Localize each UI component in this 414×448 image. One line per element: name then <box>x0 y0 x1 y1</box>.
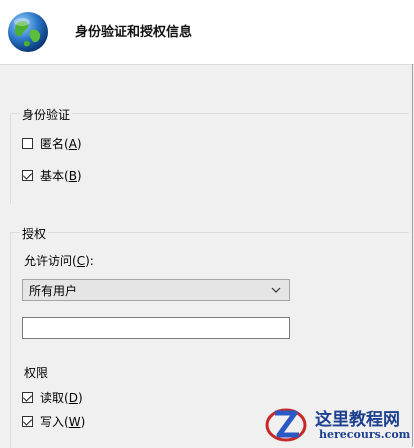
basic-label: 基本(B) <box>40 169 82 183</box>
allow-access-dropdown[interactable]: 所有用户 <box>22 279 290 301</box>
read-label: 读取(D) <box>40 391 83 405</box>
users-textbox[interactable] <box>22 317 290 339</box>
watermark-url: herecours.com <box>319 428 411 441</box>
authentication-group-title: 身份验证 <box>20 106 73 123</box>
chevron-down-icon <box>271 287 281 293</box>
read-checkbox-row[interactable]: 读取(D) <box>22 389 83 406</box>
permissions-title: 权限 <box>24 366 49 380</box>
anonymous-checkbox[interactable] <box>22 138 33 149</box>
dialog-header: 身份验证和授权信息 <box>0 0 414 65</box>
write-label: 写入(W) <box>40 415 86 429</box>
read-checkbox[interactable] <box>22 392 33 403</box>
watermark-brand: 这里教程网 <box>315 410 400 430</box>
basic-checkbox[interactable] <box>22 170 33 181</box>
anonymous-checkbox-row[interactable]: 匿名(A) <box>22 135 82 152</box>
authentication-group <box>10 113 409 204</box>
anonymous-label: 匿名(A) <box>40 137 82 151</box>
watermark-logo-icon <box>265 408 307 442</box>
watermark: 这里教程网 herecours.com <box>263 401 414 447</box>
globe-icon <box>8 12 48 52</box>
basic-checkbox-row[interactable]: 基本(B) <box>22 167 82 184</box>
dialog-title: 身份验证和授权信息 <box>75 25 193 40</box>
allow-access-label: 允许访问(C): <box>24 254 94 268</box>
write-checkbox-row[interactable]: 写入(W) <box>22 413 85 430</box>
write-checkbox[interactable] <box>22 416 33 427</box>
dropdown-selected-value: 所有用户 <box>29 283 78 298</box>
authorization-group-title: 授权 <box>20 225 49 242</box>
right-edge-divider <box>412 64 413 447</box>
